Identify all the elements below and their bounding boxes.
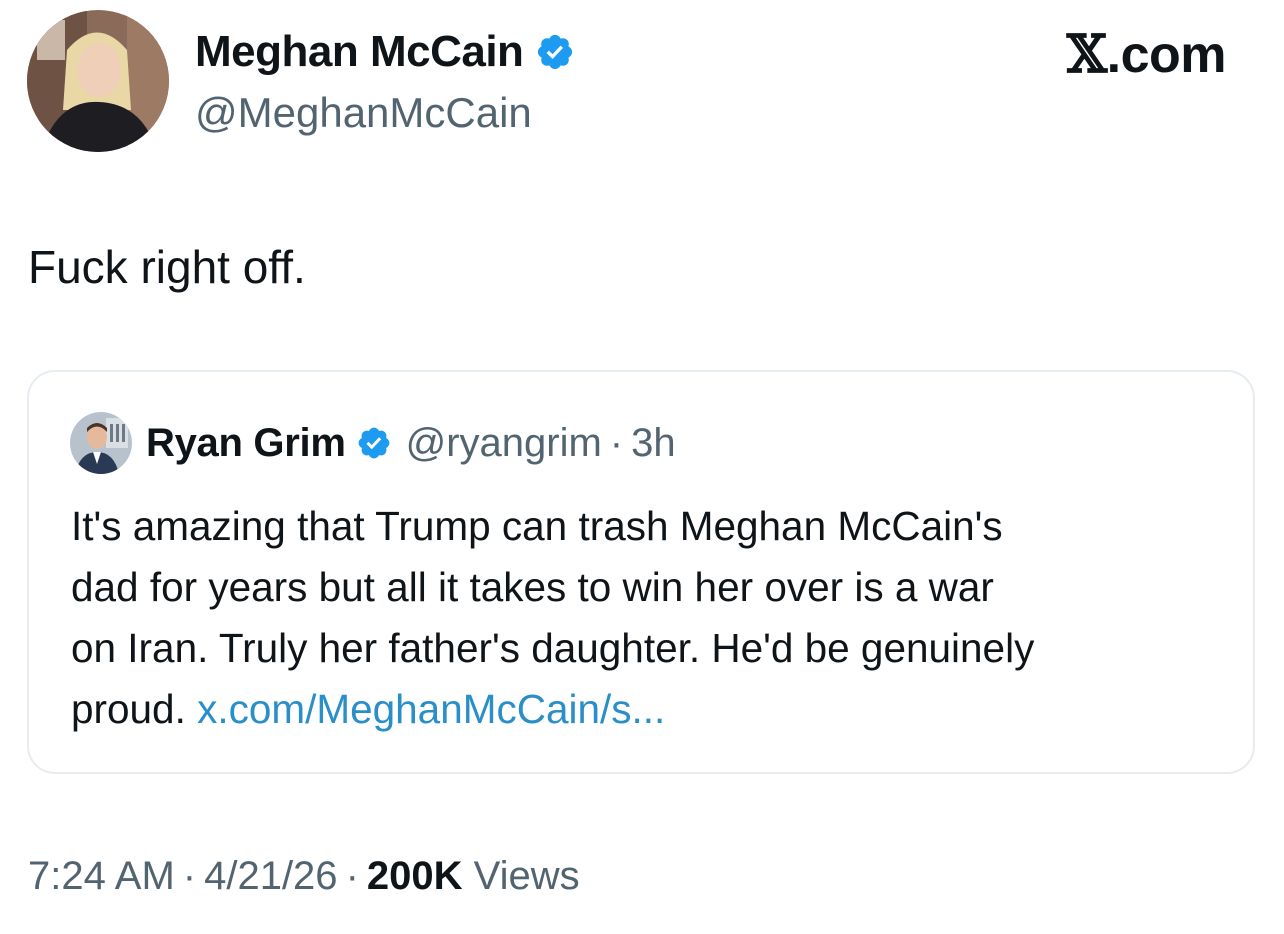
quoted-text-tail: proud. [71, 686, 186, 732]
quoted-tweet-card[interactable]: Ryan Grim @ryangrim · 3h It's amazing th… [27, 370, 1255, 774]
author-name[interactable]: Meghan McCain [195, 26, 575, 78]
verified-badge-icon [535, 32, 575, 72]
tweet-time[interactable]: 7:24 AM [28, 854, 175, 898]
quoted-tweet-header: Ryan Grim @ryangrim · 3h [70, 412, 676, 474]
author-avatar[interactable] [27, 10, 169, 152]
meta-separator: · [345, 854, 359, 898]
verified-badge-icon [356, 425, 392, 461]
quoted-tweet-link[interactable]: x.com/MeghanMcCain/s... [197, 686, 665, 732]
tweet-text: Fuck right off. [28, 241, 306, 293]
quoted-text-last-line: proud. x.com/MeghanMcCain/s... [71, 679, 1231, 740]
quoted-timestamp[interactable]: 3h [631, 421, 676, 466]
quoted-author-name[interactable]: Ryan Grim [146, 421, 346, 466]
quoted-tweet-text: It's amazing that Trump can trash Meghan… [71, 496, 1231, 740]
meta-separator: · [182, 854, 197, 898]
views-label: Views [473, 854, 580, 898]
quoted-text-line: on Iran. Truly her father's daughter. He… [71, 625, 1035, 671]
tweet-meta: 7:24 AM · 4/21/26 · 200K Views [28, 850, 580, 902]
x-logo-suffix: .com [1106, 26, 1227, 84]
quoted-author-avatar[interactable] [70, 412, 132, 474]
author-handle[interactable]: @MeghanMcCain [195, 88, 532, 138]
author-name-text[interactable]: Meghan McCain [195, 26, 524, 78]
x-logo: 𝕏.com [1066, 24, 1227, 85]
quoted-separator: · [609, 420, 624, 465]
x-logo-icon: 𝕏 [1066, 24, 1107, 85]
quoted-text-line: dad for years but all it takes to win he… [71, 564, 994, 610]
quoted-author-handle[interactable]: @ryangrim [406, 421, 602, 466]
views-count[interactable]: 200K [367, 854, 463, 898]
tweet-date[interactable]: 4/21/26 [204, 854, 337, 898]
quoted-text-line: It's amazing that Trump can trash Meghan… [71, 503, 1003, 549]
